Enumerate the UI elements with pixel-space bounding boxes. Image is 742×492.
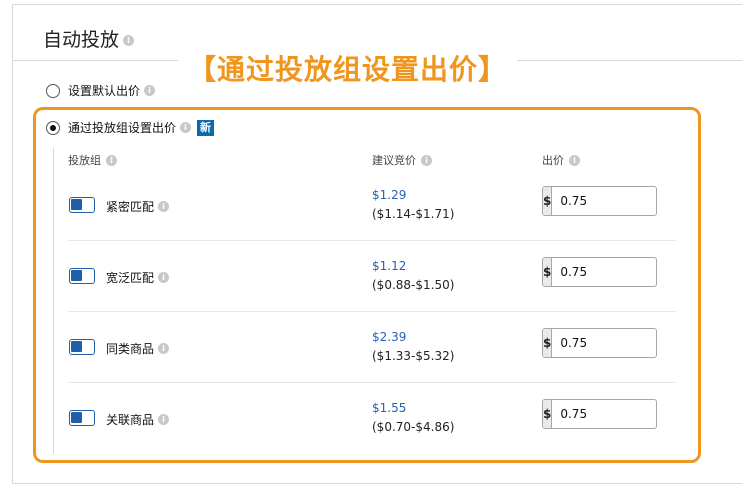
- new-badge: 新: [197, 119, 215, 136]
- info-icon[interactable]: i: [123, 35, 135, 46]
- info-icon[interactable]: i: [106, 154, 117, 166]
- bid-field[interactable]: $: [542, 186, 657, 216]
- option-bid-by-group[interactable]: 通过投放组设置出价 i 新: [46, 119, 215, 136]
- suggested-bid[interactable]: $1.55: [372, 401, 406, 415]
- toggle-knob: [71, 341, 82, 352]
- info-icon[interactable]: i: [158, 343, 170, 354]
- option-default-bid-label: 设置默认出价: [68, 84, 141, 98]
- toggle-switch[interactable]: [69, 268, 95, 284]
- table-row: 同类商品 i $2.39 ($1.33-$5.32) $: [68, 312, 676, 383]
- suggested-bid[interactable]: $2.39: [372, 330, 406, 344]
- row-label: 关联商品 i: [106, 411, 170, 428]
- header-bid-label: 出价: [542, 154, 564, 167]
- info-icon[interactable]: i: [158, 272, 170, 283]
- group-indent-rule: [53, 148, 54, 454]
- toggle-knob: [71, 199, 82, 210]
- bid-input[interactable]: [552, 400, 656, 428]
- table-row: 紧密匹配 i $1.29 ($1.14-$1.71) $: [68, 170, 676, 241]
- toggle-knob: [71, 412, 82, 423]
- bid-input[interactable]: [552, 187, 656, 215]
- table-row: 关联商品 i $1.55 ($0.70-$4.86) $: [68, 383, 676, 454]
- bid-input[interactable]: [552, 258, 656, 286]
- info-icon[interactable]: i: [569, 154, 580, 166]
- suggested-range: ($0.88-$1.50): [372, 278, 455, 292]
- suggested-range: ($1.14-$1.71): [372, 207, 455, 221]
- toggle-switch[interactable]: [69, 197, 95, 213]
- row-label-text: 关联商品: [106, 413, 155, 427]
- radio-bid-by-group[interactable]: [46, 120, 60, 135]
- panel-title: 自动投放: [43, 29, 120, 51]
- info-icon[interactable]: i: [180, 122, 192, 133]
- suggested-range: ($1.33-$5.32): [372, 349, 455, 363]
- suggested-bid[interactable]: $1.29: [372, 188, 406, 202]
- annotation-banner: 【通过投放组设置出价】: [178, 48, 518, 88]
- row-label: 紧密匹配 i: [106, 198, 170, 215]
- row-label: 同类商品 i: [106, 340, 170, 357]
- toggle-switch[interactable]: [69, 339, 95, 355]
- currency-prefix: $: [543, 187, 553, 215]
- toggle-knob: [71, 270, 82, 281]
- currency-prefix: $: [543, 329, 553, 357]
- row-label: 宽泛匹配 i: [106, 269, 170, 286]
- suggested-range: ($0.70-$4.86): [372, 420, 455, 434]
- header-suggested: 建议竞价 i: [372, 152, 432, 168]
- option-default-bid[interactable]: 设置默认出价 i: [46, 82, 156, 99]
- radio-default-bid[interactable]: [46, 83, 60, 98]
- table-row: 宽泛匹配 i $1.12 ($0.88-$1.50) $: [68, 241, 676, 312]
- panel-title-wrap: 自动投放 i: [43, 25, 135, 52]
- option-bid-by-group-label: 通过投放组设置出价: [68, 121, 177, 135]
- info-icon[interactable]: i: [158, 201, 170, 212]
- currency-prefix: $: [543, 400, 553, 428]
- suggested-bid[interactable]: $1.12: [372, 259, 406, 273]
- header-group: 投放组 i: [68, 152, 117, 168]
- currency-prefix: $: [543, 258, 553, 286]
- bid-field[interactable]: $: [542, 257, 657, 287]
- header-suggested-label: 建议竞价: [372, 154, 416, 167]
- bid-field[interactable]: $: [542, 399, 657, 429]
- header-group-label: 投放组: [68, 154, 101, 167]
- toggle-switch[interactable]: [69, 410, 95, 426]
- row-label-text: 紧密匹配: [106, 200, 155, 214]
- info-icon[interactable]: i: [144, 85, 156, 96]
- row-label-text: 同类商品: [106, 342, 155, 356]
- bid-field[interactable]: $: [542, 328, 657, 358]
- row-label-text: 宽泛匹配: [106, 271, 155, 285]
- header-bid: 出价 i: [542, 152, 580, 168]
- bid-input[interactable]: [552, 329, 656, 357]
- info-icon[interactable]: i: [158, 414, 170, 425]
- info-icon[interactable]: i: [421, 154, 432, 166]
